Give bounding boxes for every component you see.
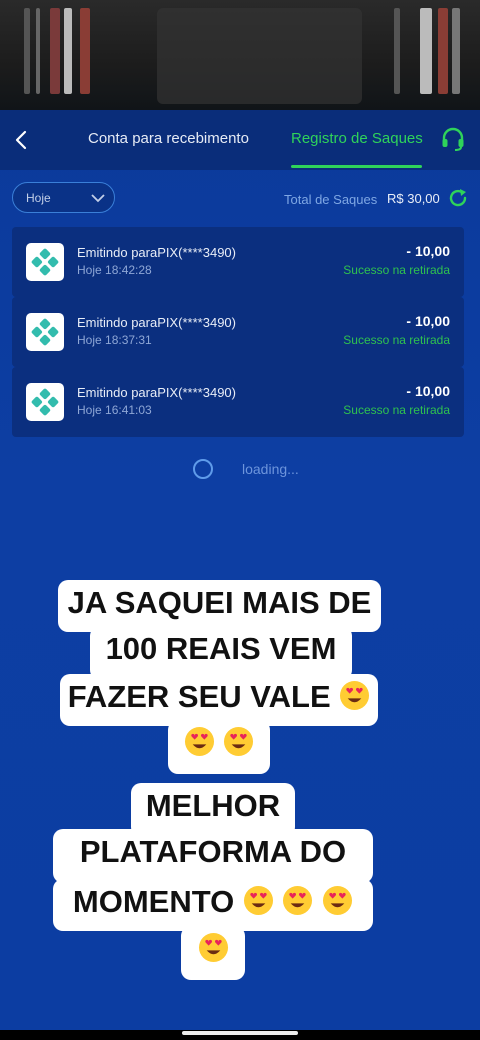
caption-text: MELHOR [145, 788, 281, 823]
blurred-box [157, 8, 362, 104]
header: Conta para recebimento Registro de Saque… [0, 110, 480, 170]
record-title: Emitindo paraPIX(****3490) [77, 315, 236, 330]
withdrawal-record[interactable]: Emitindo paraPIX(****3490) Hoje 18:42:28… [12, 227, 464, 297]
pix-logo-icon [26, 243, 64, 281]
record-amount: - 10,00 [406, 383, 450, 399]
heart-eyes-emoji-icon [340, 680, 370, 711]
pix-logo-icon [26, 313, 64, 351]
tab-conta-recebimento[interactable]: Conta para recebimento [88, 130, 249, 147]
caption-line: PLATAFORMA DO [53, 829, 373, 883]
heart-eyes-emoji-icon [283, 885, 313, 916]
withdrawal-record[interactable]: Emitindo paraPIX(****3490) Hoje 18:37:31… [12, 297, 464, 367]
record-title: Emitindo paraPIX(****3490) [77, 245, 236, 260]
heart-eyes-emoji-icon [198, 932, 228, 963]
record-time: Hoje 18:37:31 [77, 333, 152, 347]
record-time: Hoje 18:42:28 [77, 263, 152, 277]
heart-eyes-emoji-icon [224, 726, 254, 757]
record-amount: - 10,00 [406, 313, 450, 329]
pix-logo-icon [26, 383, 64, 421]
caption-text: PLATAFORMA DO [79, 834, 347, 869]
caption-text: FAZER SEU VALE [67, 679, 331, 714]
heart-eyes-emoji-icon [184, 726, 214, 757]
withdrawal-record[interactable]: Emitindo paraPIX(****3490) Hoje 16:41:03… [12, 367, 464, 437]
refresh-icon[interactable] [447, 187, 469, 209]
headset-icon[interactable] [440, 126, 466, 152]
record-time: Hoje 16:41:03 [77, 403, 152, 417]
back-arrow-icon[interactable] [12, 128, 32, 152]
tab-registro-saques[interactable]: Registro de Saques [291, 130, 423, 147]
active-tab-indicator [291, 165, 422, 168]
caption-emoji-line [181, 926, 245, 980]
total-saques-value: R$ 30,00 [387, 191, 440, 206]
date-filter-select[interactable]: Hoje [12, 182, 115, 213]
record-title: Emitindo paraPIX(****3490) [77, 385, 236, 400]
caption-text: 100 REAIS VEM [105, 631, 337, 666]
date-filter-value: Hoje [26, 191, 51, 205]
chevron-down-icon [91, 194, 105, 203]
loading-spinner-icon [193, 459, 213, 479]
record-amount: - 10,00 [406, 243, 450, 259]
caption-line: FAZER SEU VALE [60, 674, 378, 726]
record-status: Sucesso na retirada [343, 403, 450, 417]
total-saques-label: Total de Saques [284, 192, 378, 207]
caption-line: JA SAQUEI MAIS DE [58, 580, 381, 632]
caption-emoji-line [168, 720, 270, 774]
caption-text: MOMENTO [72, 884, 235, 919]
record-status: Sucesso na retirada [343, 333, 450, 347]
record-status: Sucesso na retirada [343, 263, 450, 277]
caption-text: JA SAQUEI MAIS DE [67, 585, 372, 620]
loading-text: loading... [242, 461, 299, 477]
caption-line: MOMENTO [53, 879, 373, 931]
home-indicator[interactable] [182, 1031, 298, 1035]
heart-eyes-emoji-icon [323, 885, 353, 916]
caption-line: 100 REAIS VEM [90, 626, 352, 680]
heart-eyes-emoji-icon [243, 885, 273, 916]
blurred-top-area [0, 0, 480, 110]
